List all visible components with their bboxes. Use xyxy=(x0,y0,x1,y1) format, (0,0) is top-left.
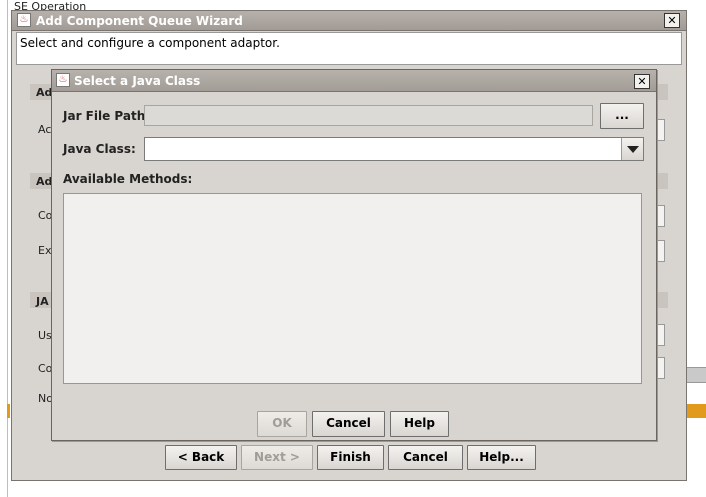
chevron-down-icon[interactable] xyxy=(621,138,643,160)
field-right-edge[interactable] xyxy=(657,240,665,262)
background-scrollbar xyxy=(687,367,706,383)
close-icon[interactable]: ✕ xyxy=(634,74,650,89)
background-edge xyxy=(7,0,8,497)
java-cup-icon: ♨ xyxy=(56,73,70,87)
dialog-title: Select a Java Class xyxy=(74,74,201,88)
select-java-class-dialog: ♨ Select a Java Class ✕ Jar File Path: .… xyxy=(51,69,657,441)
wizard-title-bar[interactable]: ♨ Add Component Queue Wizard ✕ xyxy=(12,11,686,31)
background-highlight xyxy=(687,404,706,418)
back-button[interactable]: < Back xyxy=(165,445,237,470)
field-label: Ex xyxy=(38,244,52,257)
available-methods-list[interactable] xyxy=(63,193,642,384)
wizard-description: Select and configure a component adaptor… xyxy=(20,36,280,50)
java-cup-icon: ♨ xyxy=(17,13,31,27)
field-right-edge[interactable] xyxy=(657,357,665,379)
wizard-title: Add Component Queue Wizard xyxy=(36,14,243,28)
section-header-right xyxy=(656,84,668,100)
wizard-help-button[interactable]: Help... xyxy=(467,445,536,470)
field-label: Ac xyxy=(38,123,52,136)
wizard-banner: Select and configure a component adaptor… xyxy=(16,32,682,65)
browse-button[interactable]: ... xyxy=(600,103,644,129)
section-label: Ad xyxy=(36,175,53,188)
field-label: Us xyxy=(38,329,52,342)
jar-file-path-label: Jar File Path: xyxy=(63,109,151,123)
java-class-label: Java Class: xyxy=(63,142,136,156)
ok-button[interactable]: OK xyxy=(257,411,307,437)
next-button[interactable]: Next > xyxy=(241,445,313,470)
finish-button[interactable]: Finish xyxy=(317,445,384,470)
section-label: JA xyxy=(36,295,49,308)
section-header-right xyxy=(656,292,668,308)
field-right-edge[interactable] xyxy=(657,324,665,346)
dialog-cancel-button[interactable]: Cancel xyxy=(312,411,385,437)
wizard-cancel-button[interactable]: Cancel xyxy=(388,445,463,470)
section-header-right xyxy=(656,173,668,189)
dialog-help-button[interactable]: Help xyxy=(390,411,449,437)
java-class-combobox[interactable] xyxy=(144,137,644,161)
section-label: Ad xyxy=(36,86,53,99)
available-methods-label: Available Methods: xyxy=(63,172,193,186)
background-highlight-left xyxy=(7,404,10,418)
field-right-edge[interactable] xyxy=(657,119,665,141)
close-icon[interactable]: ✕ xyxy=(664,13,680,28)
jar-file-path-field[interactable] xyxy=(144,105,593,126)
dialog-title-bar[interactable]: ♨ Select a Java Class ✕ xyxy=(52,70,656,92)
field-right-edge[interactable] xyxy=(657,205,665,227)
